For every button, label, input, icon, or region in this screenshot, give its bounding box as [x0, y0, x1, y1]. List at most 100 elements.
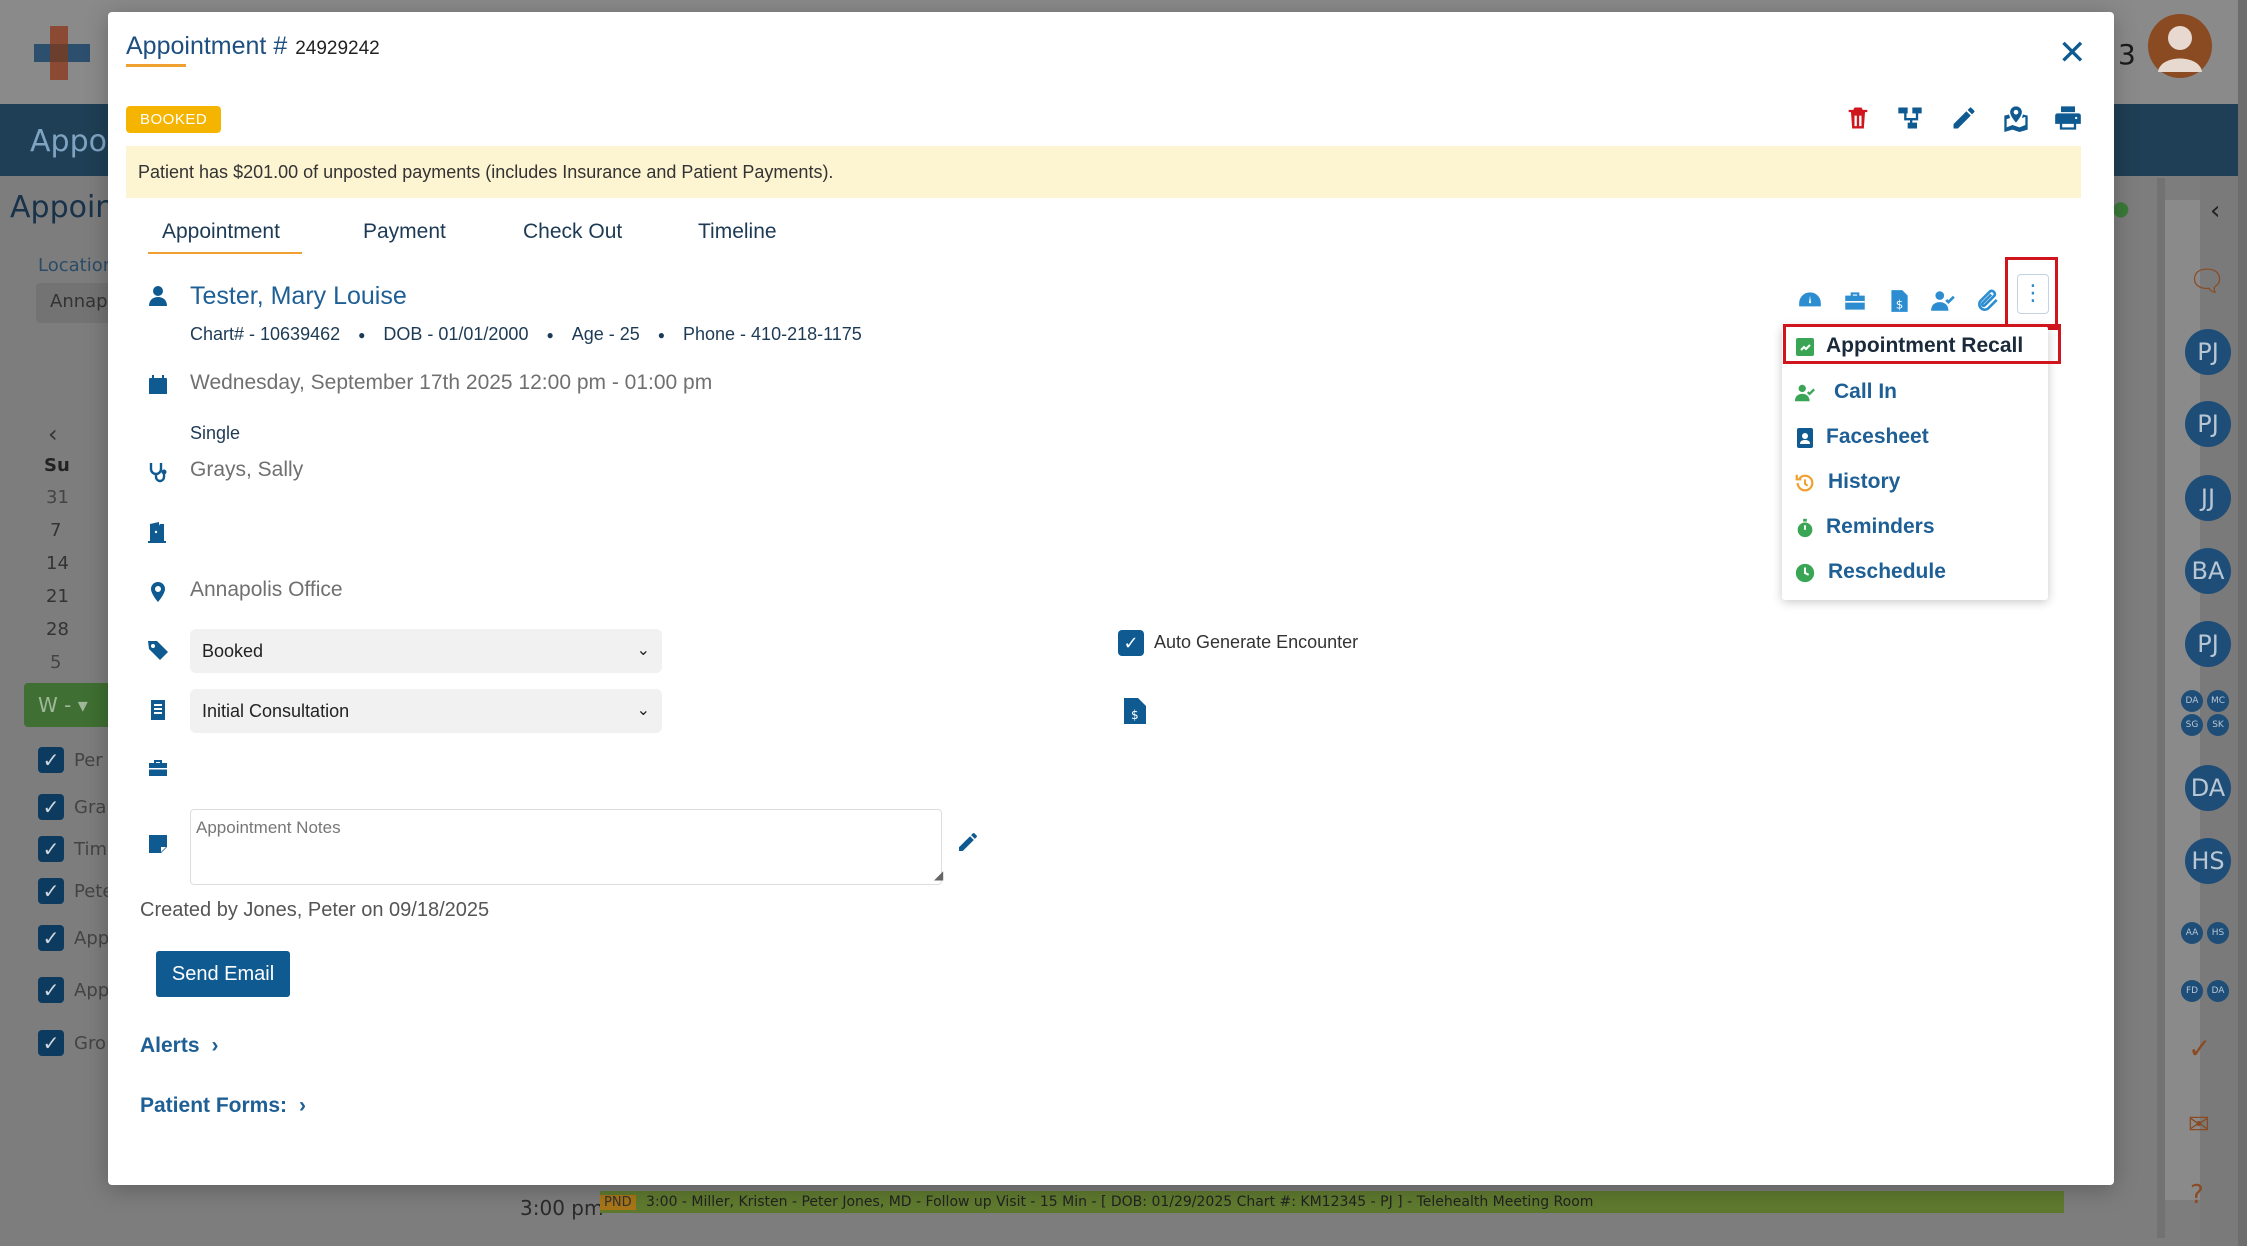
filter-checkbox[interactable]: ✓ [38, 747, 64, 773]
menu-item-reminders[interactable]: Reminders [1782, 507, 2048, 549]
edit-notes-icon[interactable] [956, 830, 982, 856]
staff-avatar[interactable]: BA [2185, 548, 2231, 594]
filter-label: Gra [74, 797, 107, 818]
patient-forms-link[interactable]: Patient Forms: › [140, 1094, 306, 1118]
filter-checkbox[interactable]: ✓ [38, 1030, 64, 1056]
menu-item-facesheet[interactable]: Facesheet [1782, 417, 2048, 459]
more-options-icon[interactable]: ⋮ [2017, 274, 2049, 314]
door-icon [146, 520, 170, 544]
briefcase-action-icon[interactable] [1842, 288, 1870, 316]
task-check-icon[interactable]: ✓ [2188, 1032, 2211, 1065]
patient-icon [146, 284, 170, 308]
title-underline [126, 64, 186, 67]
menu-item-call-in[interactable]: Call In [1782, 372, 2048, 414]
user-avatar[interactable] [2148, 14, 2212, 78]
calendar-day[interactable]: 28 [46, 619, 69, 640]
patient-age: Age - 25 [571, 324, 640, 344]
more-options-menu: Appointment Recall Call In Facesheet His… [1782, 326, 2048, 600]
invoice-action-icon[interactable]: $ [1886, 288, 1914, 316]
menu-item-label: History [1828, 470, 1901, 493]
calendar-day[interactable]: 31 [46, 487, 69, 508]
staff-avatar[interactable]: PJ [2185, 329, 2231, 375]
tab-check-out[interactable]: Check Out [523, 220, 622, 244]
chevron-right-icon: › [211, 1034, 219, 1057]
staff-avatar-small[interactable]: DA [2181, 690, 2203, 712]
patient-name-link[interactable]: Tester, Mary Louise [190, 282, 407, 311]
staff-avatar-small[interactable]: AA [2181, 922, 2203, 944]
calendar-weekday: Su [44, 455, 70, 476]
menu-item-history[interactable]: History [1782, 462, 2048, 504]
chevron-down-icon: ⌄ [636, 702, 650, 719]
chevron-down-icon: ⌄ [636, 642, 650, 659]
staff-avatar-small[interactable]: SK [2207, 714, 2229, 736]
alerts-link[interactable]: Alerts › [140, 1034, 219, 1058]
print-icon[interactable] [2054, 104, 2088, 138]
user-check-action-icon[interactable] [1930, 288, 1958, 316]
close-icon[interactable]: ✕ [2058, 36, 2087, 70]
invoice-icon[interactable]: $ [1124, 698, 1146, 724]
menu-item-label: Reminders [1826, 515, 1935, 538]
header-icon[interactable]: 3 [2118, 38, 2136, 71]
chat-icon[interactable]: 🗨 [2188, 264, 2226, 299]
calendar-day[interactable]: 7 [50, 520, 61, 541]
calendar-day[interactable]: 14 [46, 553, 69, 574]
chart-number: Chart# - 10639462 [190, 324, 341, 344]
edit-icon[interactable] [1950, 104, 1984, 138]
view-dropdown[interactable]: W - ▾ [24, 683, 114, 727]
staff-avatar-small[interactable]: HS [2207, 922, 2229, 944]
history-icon [1795, 474, 1814, 492]
dashboard-icon[interactable] [1797, 288, 1825, 316]
filter-checkbox[interactable]: ✓ [38, 836, 64, 862]
filter-label: Per [74, 750, 103, 771]
attachment-icon[interactable] [1975, 288, 2003, 316]
collapse-icon[interactable]: ‹ [2210, 196, 2220, 226]
calendar-day[interactable]: 21 [46, 586, 69, 607]
patient-dob: DOB - 01/01/2000 [383, 324, 529, 344]
appointment-datetime: Wednesday, September 17th 2025 12:00 pm … [190, 371, 713, 394]
staff-avatar[interactable]: HS [2185, 838, 2231, 884]
resize-handle-icon[interactable]: ◢ [934, 868, 943, 882]
delete-icon[interactable] [1844, 104, 1878, 138]
filter-checkbox[interactable]: ✓ [38, 878, 64, 904]
filter-label: Gro [74, 1033, 106, 1054]
auto-generate-checkbox[interactable]: ✓ [1118, 630, 1144, 656]
help-icon[interactable]: ? [2190, 1180, 2204, 1210]
menu-item-reschedule[interactable]: Reschedule [1782, 552, 2048, 594]
tab-appointment[interactable]: Appointment [162, 220, 280, 244]
staff-avatar[interactable]: JJ [2185, 475, 2231, 521]
tab-timeline[interactable]: Timeline [698, 220, 777, 244]
staff-avatar-small[interactable]: FD [2181, 980, 2203, 1002]
patient-info: Chart# - 10639462 ● DOB - 01/01/2000 ● Age -… [190, 324, 862, 344]
staff-avatar-small[interactable]: MC [2207, 690, 2229, 712]
hierarchy-icon[interactable] [1896, 104, 1930, 138]
tab-payment[interactable]: Payment [363, 220, 446, 244]
location-label: Location [38, 255, 115, 276]
calendar-prev-icon[interactable]: ‹ [48, 420, 58, 448]
inner-scrollbar[interactable] [2157, 178, 2165, 1238]
send-email-button[interactable]: Send Email [156, 951, 290, 997]
staff-avatar[interactable]: PJ [2185, 401, 2231, 447]
filter-checkbox[interactable]: ✓ [38, 925, 64, 951]
staff-avatar[interactable]: DA [2185, 765, 2231, 811]
auto-generate-label: Auto Generate Encounter [1154, 632, 1359, 652]
staff-avatar[interactable]: PJ [2185, 621, 2231, 667]
calendar-day[interactable]: 5 [50, 652, 61, 673]
tag-icon [146, 638, 170, 662]
provider-name: Grays, Sally [190, 458, 304, 481]
filter-checkbox[interactable]: ✓ [38, 977, 64, 1003]
highlight-box [1783, 324, 2061, 364]
message-icon[interactable]: ✉ [2188, 1110, 2210, 1140]
location-name: Annapolis Office [190, 578, 343, 601]
staff-avatar-small[interactable]: SG [2181, 714, 2203, 736]
map-marker-icon[interactable] [2002, 104, 2036, 138]
appointment-type-select[interactable]: Initial Consultation ⌄ [190, 689, 662, 733]
filter-checkbox[interactable]: ✓ [38, 794, 64, 820]
location-select[interactable]: Annap [36, 283, 110, 323]
status-select[interactable]: Booked ⌄ [190, 629, 662, 673]
page-scrollbar[interactable] [2238, 0, 2247, 1246]
filter-label: Tim [74, 839, 107, 860]
appointment-slot[interactable]: PND 3:00 - Miller, Kristen - Peter Jones… [600, 1191, 2064, 1213]
menu-item-label: Reschedule [1828, 560, 1946, 583]
staff-avatar-small[interactable]: DA [2207, 980, 2229, 1002]
location-icon [146, 580, 170, 604]
